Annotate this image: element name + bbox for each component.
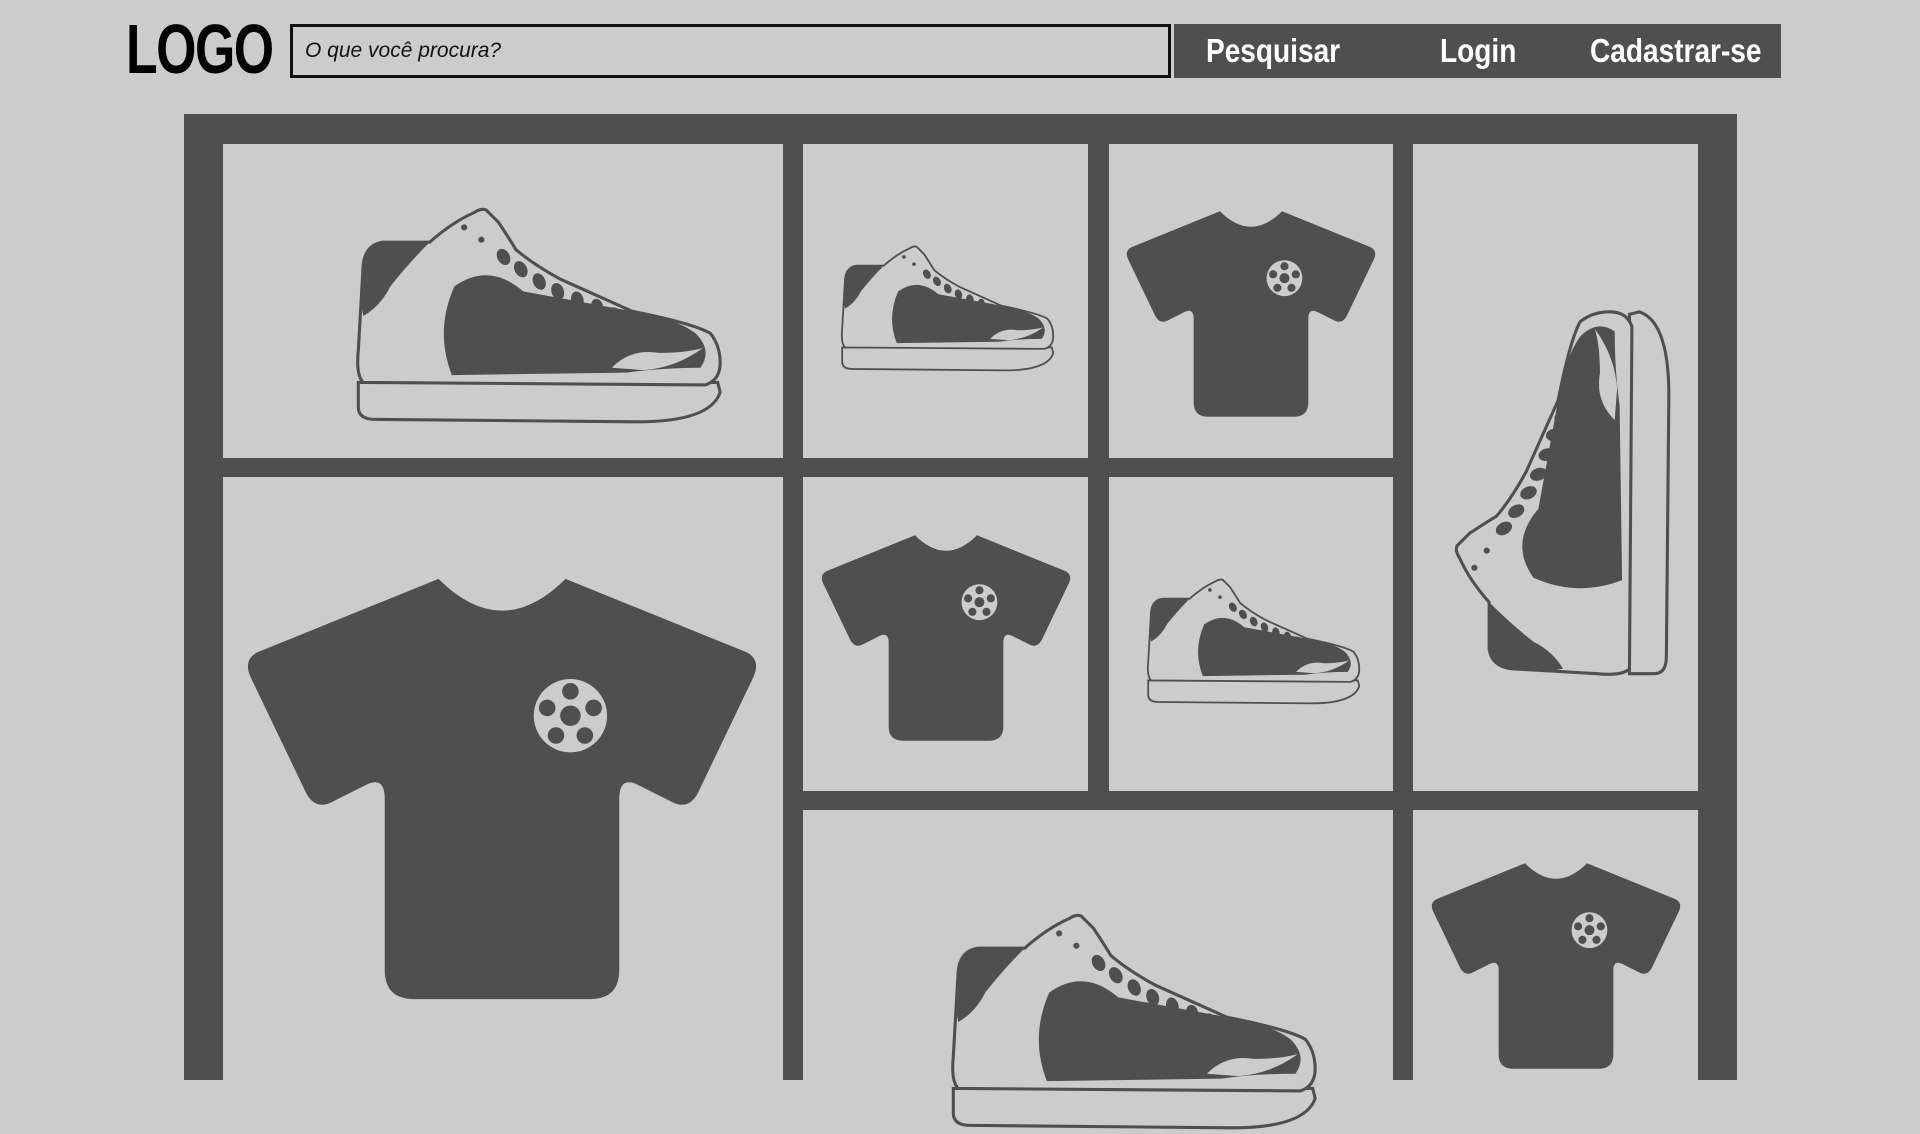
tshirt-icon xyxy=(247,578,757,1000)
search-input[interactable] xyxy=(290,24,1171,78)
signup-button[interactable]: Cadastrar-se xyxy=(1590,24,1762,78)
search-button[interactable]: Pesquisar xyxy=(1206,24,1340,78)
product-grid xyxy=(184,114,1737,1130)
tshirt-icon xyxy=(1126,211,1376,417)
product-card[interactable] xyxy=(803,810,1393,1130)
sneaker-icon xyxy=(1146,578,1361,705)
product-card[interactable] xyxy=(803,477,1088,791)
nav-bar: Pesquisar Login Cadastrar-se xyxy=(1174,24,1781,78)
site-header: LOGO Pesquisar Login Cadastrar-se xyxy=(0,0,1920,100)
product-card[interactable] xyxy=(1413,144,1698,791)
product-card[interactable] xyxy=(1109,477,1393,791)
tshirt-icon xyxy=(821,535,1071,741)
login-button[interactable]: Login xyxy=(1440,24,1516,78)
product-card[interactable] xyxy=(1413,810,1698,1080)
sneaker-icon xyxy=(356,207,722,424)
product-card[interactable] xyxy=(223,477,783,1080)
product-card[interactable] xyxy=(803,144,1088,458)
sneaker-icon xyxy=(951,913,1317,1130)
product-card[interactable] xyxy=(223,144,783,458)
sneaker-icon xyxy=(1454,310,1671,676)
sneaker-icon xyxy=(840,245,1055,372)
logo[interactable]: LOGO xyxy=(126,14,274,84)
product-card[interactable] xyxy=(1109,144,1393,458)
tshirt-icon xyxy=(1431,863,1681,1069)
